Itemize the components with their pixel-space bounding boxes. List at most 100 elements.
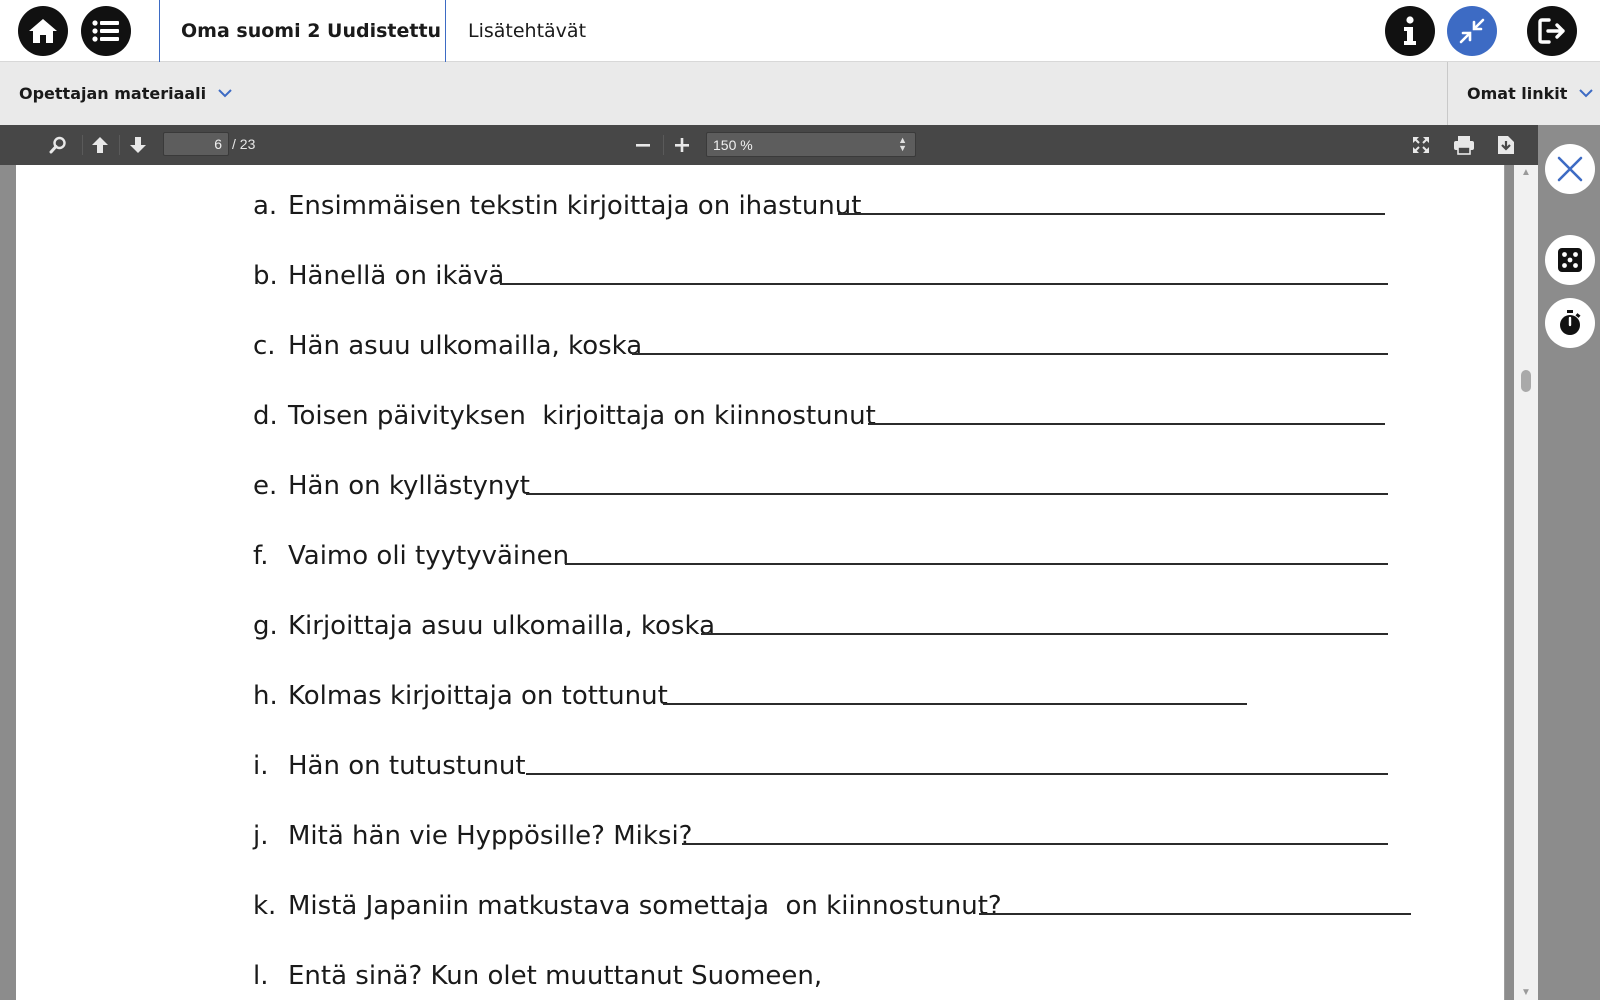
answer-line (526, 773, 1388, 775)
list-icon (92, 20, 119, 42)
question-letter: k. (253, 891, 277, 921)
table-of-contents-button[interactable] (81, 6, 131, 56)
question-letter: d. (253, 401, 278, 431)
chevron-down-icon (1579, 89, 1594, 98)
plus-icon (675, 138, 689, 152)
close-document-button[interactable] (1545, 144, 1595, 194)
answer-line (526, 493, 1388, 495)
zoom-value: 150 % (713, 136, 753, 153)
worksheet-question: a. Ensimmäisen tekstin kirjoittaja on iha… (253, 173, 861, 221)
pdf-page: a. Ensimmäisen tekstin kirjoittaja on iha… (16, 165, 1505, 1000)
worksheet-question: e. Hän on kyllästynyt (253, 453, 530, 501)
toolbar-separator (82, 135, 83, 155)
teacher-materials-label: Opettajan materiaali (19, 84, 207, 103)
question-letter: a. (253, 191, 278, 221)
answer-line (632, 353, 1388, 355)
question-text: Kirjoittaja asuu ulkomailla, koska (288, 611, 716, 641)
answer-line (682, 843, 1388, 845)
scroll-up-arrow-icon[interactable]: ▲ (1521, 167, 1531, 178)
worksheet-question: j. Mitä hän vie Hyppösille? Miksi? (253, 803, 693, 851)
search-icon (49, 136, 66, 154)
page-number-input[interactable] (163, 132, 229, 156)
scroll-down-arrow-icon[interactable]: ▼ (1521, 987, 1531, 998)
question-letter: h. (253, 681, 278, 711)
answer-line (838, 213, 1385, 215)
question-text: Ensimmäisen tekstin kirjoittaja on ihast… (288, 191, 862, 221)
tab-additional-exercises[interactable]: Lisätehtävät (468, 0, 586, 62)
question-letter: b. (253, 261, 278, 291)
zoom-in-button[interactable] (668, 131, 696, 159)
question-text: Hän on kyllästynyt (288, 471, 530, 501)
dice-tool-button[interactable] (1545, 235, 1595, 285)
zoom-out-button[interactable] (629, 131, 657, 159)
presentation-mode-button[interactable] (1407, 131, 1435, 159)
pdf-document-area[interactable]: a. Ensimmäisen tekstin kirjoittaja on iha… (0, 165, 1538, 1000)
question-letter: g. (253, 611, 278, 641)
worksheet-question: f. Vaimo oli tyytyväinen (253, 523, 569, 571)
question-text: Hän on tutustunut (288, 751, 526, 781)
worksheet-question: h. Kolmas kirjoittaja on tottunut (253, 663, 668, 711)
home-button[interactable] (18, 6, 68, 56)
dice-icon (1558, 248, 1582, 272)
answer-line (565, 563, 1388, 565)
question-text: Toisen päivityksen kirjoittaja on kiinno… (288, 401, 876, 431)
zoom-select[interactable]: 150 % ▲ ▼ (706, 132, 916, 157)
close-icon (1557, 156, 1583, 182)
exit-fullscreen-button[interactable] (1447, 6, 1497, 56)
chevron-down-icon (218, 89, 232, 98)
timer-tool-button[interactable] (1545, 298, 1595, 348)
question-text: Hän asuu ulkomailla, koska (288, 331, 643, 361)
secondary-menu-bar: Opettajan materiaali Omat linkit (0, 62, 1600, 125)
worksheet-question: g. Kirjoittaja asuu ulkomailla, koska (253, 593, 715, 641)
document-scrollbar[interactable]: ▲ ▼ (1514, 165, 1538, 1000)
info-icon (1404, 16, 1416, 45)
arrow-up-icon (92, 137, 108, 153)
question-text: Mitä hän vie Hyppösille? Miksi? (288, 821, 693, 851)
question-letter: f. (253, 541, 269, 571)
answer-line (701, 633, 1388, 635)
my-links-label: Omat linkit (1467, 84, 1568, 103)
question-text: Mistä Japaniin matkustava somettaja on k… (288, 891, 1002, 921)
question-letter: j. (253, 821, 269, 851)
stopwatch-icon (1560, 310, 1581, 335)
teacher-materials-dropdown[interactable]: Opettajan materiaali (19, 62, 232, 125)
question-letter: e. (253, 471, 278, 501)
question-letter: l. (253, 961, 269, 991)
answer-line (663, 703, 1247, 705)
question-text: Vaimo oli tyytyväinen (288, 541, 570, 571)
print-icon (1454, 136, 1474, 155)
worksheet-question: k. Mistä Japaniin matkustava somettaja on… (253, 873, 1002, 921)
previous-page-button[interactable] (86, 131, 114, 159)
select-arrows-icon: ▲ ▼ (898, 135, 907, 153)
logout-button[interactable] (1527, 6, 1577, 56)
tab-book-title[interactable]: Oma suomi 2 Uudistettu (159, 0, 446, 62)
answer-line (868, 423, 1385, 425)
top-navigation-bar: Oma suomi 2 Uudistettu Lisätehtävät (0, 0, 1600, 62)
question-letter: i. (253, 751, 269, 781)
my-links-dropdown[interactable]: Omat linkit (1447, 62, 1594, 125)
home-icon (29, 19, 57, 43)
worksheet-question: l. Entä sinä? Kun olet muuttanut Suomeen, (253, 943, 822, 991)
next-page-button[interactable] (124, 131, 152, 159)
worksheet-question: d. Toisen päivityksen kirjoittaja on kiin… (253, 383, 876, 431)
pdf-viewer-toolbar: / 23 150 % ▲▼ (0, 125, 1538, 165)
toolbar-separator (119, 135, 120, 155)
question-text: Hänellä on ikävä (288, 261, 505, 291)
find-button[interactable] (44, 131, 72, 159)
tools-side-panel (1538, 125, 1600, 1000)
info-button[interactable] (1385, 6, 1435, 56)
scrollbar-thumb[interactable] (1521, 370, 1531, 392)
answer-line (979, 913, 1411, 915)
download-button[interactable] (1492, 131, 1520, 159)
tab-label: Lisätehtävät (468, 20, 587, 42)
question-text: Kolmas kirjoittaja on tottunut (288, 681, 668, 711)
fullscreen-icon (1413, 137, 1429, 153)
toolbar-separator (663, 135, 664, 155)
question-letter: c. (253, 331, 276, 361)
question-text: Entä sinä? Kun olet muuttanut Suomeen, (288, 961, 823, 991)
worksheet-question: c. Hän asuu ulkomailla, koska (253, 313, 642, 361)
print-button[interactable] (1450, 131, 1478, 159)
worksheet-question: b. Hänellä on ikävä (253, 243, 504, 291)
arrow-down-icon (130, 137, 146, 153)
collapse-icon (1459, 18, 1485, 44)
